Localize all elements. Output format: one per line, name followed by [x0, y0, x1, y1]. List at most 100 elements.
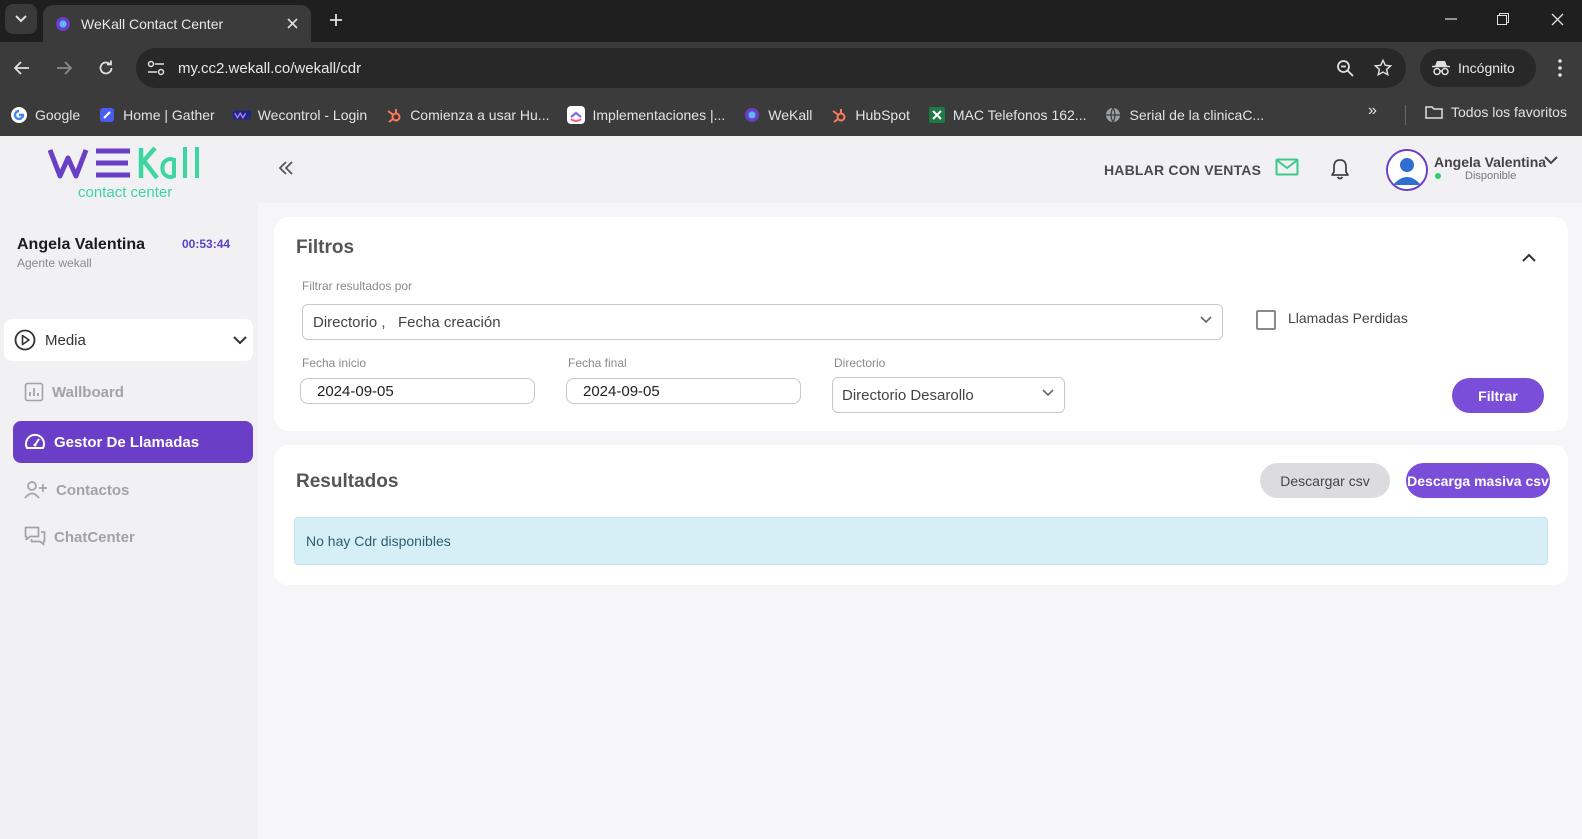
bookmark-wecontrol[interactable]: Wecontrol - Login [232, 106, 367, 124]
talk-to-sales-link[interactable]: HABLAR CON VENTAS [1104, 162, 1261, 178]
globe-icon [1104, 106, 1122, 124]
bookmark-serial-clinica[interactable]: Serial de la clinicaC... [1104, 106, 1264, 124]
results-card: Resultados Descargar csv Descarga masiva… [274, 445, 1568, 585]
zoom-icon[interactable] [1330, 53, 1360, 83]
directory-select[interactable]: Directorio Desarollo [832, 377, 1065, 413]
empty-results-alert: No hay Cdr disponibles [294, 517, 1548, 565]
bookmarks-overflow-button[interactable]: » [1368, 102, 1377, 120]
bell-icon[interactable] [1330, 158, 1350, 180]
results-title: Resultados [296, 471, 399, 492]
bookmark-hubspot-start[interactable]: Comienza a usar Hu... [385, 106, 549, 124]
bookmark-wekall[interactable]: WeKall [743, 106, 812, 124]
collapse-sidebar-button[interactable] [276, 158, 296, 178]
sidebar-item-label: Contactos [56, 481, 130, 499]
all-bookmarks-button[interactable]: Todos los favoritos [1425, 104, 1567, 120]
address-bar[interactable]: my.cc2.wekall.co/wekall/cdr [136, 48, 1406, 88]
chevron-down-icon [1042, 389, 1054, 397]
chat-icon [24, 526, 46, 546]
end-date-input[interactable]: 2024-09-05 [566, 378, 801, 404]
mail-icon[interactable] [1275, 158, 1299, 176]
sidebar-item-contactos[interactable]: Contactos [13, 469, 253, 511]
bookmarks-bar: Google Home | Gather Wecontrol - Login C… [0, 94, 1582, 136]
sidebar-item-chatcenter[interactable]: ChatCenter [13, 516, 253, 558]
hubspot-icon [385, 106, 403, 124]
wekall-logo[interactable]: contact center [48, 144, 206, 202]
reload-button[interactable] [92, 54, 120, 82]
start-date-label: Fecha inicio [302, 356, 367, 370]
filter-by-label: Filtrar resultados por [302, 279, 413, 293]
new-tab-button[interactable] [322, 6, 350, 34]
user-status: Disponible [1465, 170, 1517, 182]
bulk-download-csv-button[interactable]: Descarga masiva csv [1406, 463, 1550, 498]
filter-by-select[interactable]: Directorio , Fecha creación [302, 304, 1223, 340]
missed-calls-checkbox[interactable] [1256, 310, 1276, 330]
status-indicator [1435, 173, 1441, 179]
avatar[interactable] [1386, 149, 1428, 191]
filters-title: Filtros [296, 237, 355, 258]
session-timer: 00:53:44 [182, 237, 231, 251]
user-avatar-icon [1388, 151, 1426, 189]
bookmark-implementaciones[interactable]: Implementaciones |... [567, 106, 725, 124]
incognito-label: Incógnito [1458, 60, 1515, 76]
wekall-favicon-icon [56, 16, 70, 31]
browser-toolbar: my.cc2.wekall.co/wekall/cdr Incógnito [0, 42, 1582, 94]
main-content: Filtros Filtrar resultados por Directori… [258, 203, 1582, 839]
chart-icon [24, 382, 44, 402]
plus-icon [330, 14, 342, 26]
forward-button[interactable] [50, 54, 78, 82]
incognito-icon [1432, 61, 1450, 76]
sidebar-item-wallboard[interactable]: Wallboard [13, 371, 253, 413]
agent-name: Angela Valentina [17, 236, 146, 253]
bookmark-star-icon[interactable] [1368, 53, 1398, 83]
chevron-down-icon [15, 15, 27, 23]
double-chevron-left-icon [278, 161, 293, 175]
bookmark-mac-telefonos[interactable]: MAC Telefonos 162... [928, 106, 1086, 124]
sidebar-item-gestor-de-llamadas[interactable]: Gestor De Llamadas [13, 421, 253, 463]
tab-title: WeKall Contact Center [81, 15, 224, 32]
browser-tab-bar: WeKall Contact Center [0, 0, 1582, 42]
sidebar: contact center Angela Valentina Agente w… [0, 136, 258, 839]
browser-tab-active[interactable]: WeKall Contact Center [43, 5, 311, 42]
more-vertical-icon [1558, 59, 1562, 77]
reload-icon [99, 60, 113, 75]
site-settings-icon[interactable] [142, 54, 170, 82]
download-csv-button[interactable]: Descargar csv [1260, 463, 1390, 498]
tab-search-button[interactable] [5, 4, 37, 34]
minimize-button[interactable] [1426, 0, 1476, 38]
folder-icon [1425, 106, 1443, 119]
end-date-label: Fecha final [568, 356, 627, 370]
incognito-badge[interactable]: Incógnito [1420, 49, 1536, 87]
chevron-down-icon[interactable] [1544, 156, 1558, 165]
directory-label: Directorio [834, 356, 886, 370]
hubspot-icon [830, 106, 848, 124]
wecontrol-icon [232, 106, 251, 124]
clickup-icon [567, 106, 586, 124]
arrow-right-icon [57, 61, 72, 75]
back-button[interactable] [8, 54, 36, 82]
gather-icon [98, 106, 116, 124]
user-name[interactable]: Angela Valentina [1434, 154, 1546, 170]
chevron-up-icon[interactable] [1522, 253, 1536, 262]
chevron-down-icon [1200, 316, 1212, 324]
restore-button[interactable] [1478, 0, 1528, 38]
chevron-down-icon [233, 335, 247, 344]
bookmarks-divider [1405, 105, 1406, 125]
agent-role: Agente wekall [17, 256, 92, 270]
bookmark-google[interactable]: Google [10, 106, 80, 124]
filter-button[interactable]: Filtrar [1452, 378, 1544, 413]
bookmark-hubspot[interactable]: HubSpot [830, 106, 910, 124]
browser-menu-button[interactable] [1550, 56, 1570, 80]
sidebar-item-label: Wallboard [52, 383, 124, 401]
wekall-icon [743, 106, 761, 124]
excel-icon [928, 106, 946, 124]
start-date-input[interactable]: 2024-09-05 [300, 378, 535, 404]
missed-calls-label: Llamadas Perdidas [1288, 310, 1408, 326]
logo-subtitle: contact center [78, 184, 172, 201]
google-icon [10, 106, 28, 124]
empty-results-message: No hay Cdr disponibles [306, 533, 451, 549]
bookmark-gather[interactable]: Home | Gather [98, 106, 215, 124]
url-text[interactable]: my.cc2.wekall.co/wekall/cdr [178, 60, 1330, 77]
close-window-button[interactable] [1532, 0, 1582, 38]
media-dropdown[interactable]: Media [4, 319, 253, 361]
tab-close-icon[interactable] [279, 11, 305, 37]
